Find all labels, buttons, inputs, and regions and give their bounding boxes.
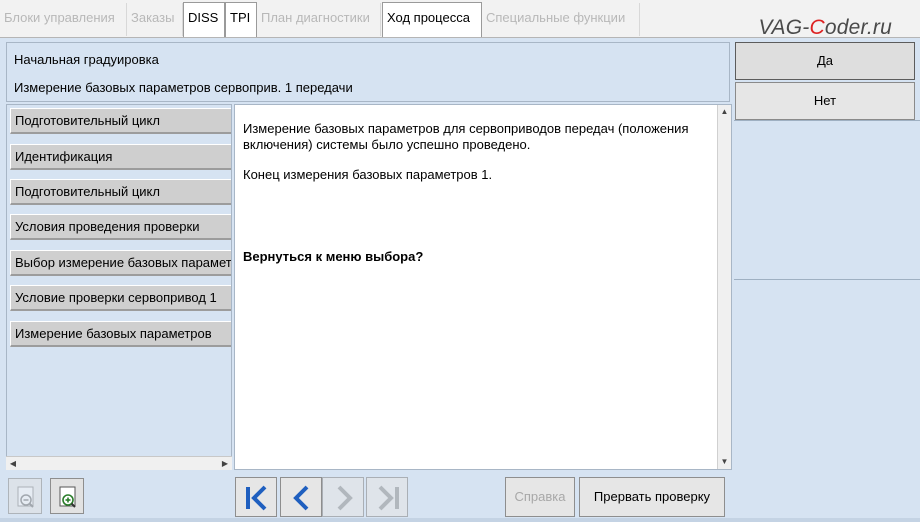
first-step-button[interactable] <box>235 477 277 517</box>
step-item[interactable]: Выбор измерение базовых параметров <box>10 250 231 276</box>
next-icon <box>337 485 353 511</box>
message-question: Вернуться к меню выбора? <box>243 249 424 264</box>
answer-panel: Да Нет <box>734 40 920 518</box>
step-item[interactable]: Подготовительный цикл <box>10 179 231 205</box>
tab-orders[interactable]: Заказы <box>127 3 183 36</box>
next-step-button[interactable] <box>322 477 364 517</box>
scroll-down-icon[interactable]: ▼ <box>718 455 731 469</box>
step-item[interactable]: Идентификация <box>10 144 231 170</box>
status-strip <box>0 518 920 522</box>
help-button[interactable]: Справка <box>505 477 575 517</box>
abort-test-button[interactable]: Прервать проверку <box>579 477 725 517</box>
message-vscrollbar[interactable]: ▲ ▼ <box>717 105 731 469</box>
step-list: Подготовительный цикл Идентификация Подг… <box>6 104 232 470</box>
message-text: Конец измерения базовых параметров 1. <box>243 167 493 182</box>
step-item[interactable]: Условия проведения проверки <box>10 214 231 240</box>
tab-special-functions[interactable]: Специальные функции <box>482 3 640 36</box>
scroll-right-icon[interactable]: ▶ <box>218 457 232 470</box>
message-text: Измерение базовых параметров для сервопр… <box>243 121 689 152</box>
scroll-left-icon[interactable]: ◀ <box>6 457 20 470</box>
divider <box>734 120 920 121</box>
tab-process[interactable]: Ход процесса <box>382 2 482 37</box>
zoom-out-button[interactable] <box>8 478 42 514</box>
tab-bar: Блоки управления Заказы DISS TPI План ди… <box>0 0 920 39</box>
previous-icon <box>293 485 309 511</box>
step-item[interactable]: Измерение базовых параметров <box>10 321 231 347</box>
step-item[interactable]: Подготовительный цикл <box>10 108 231 134</box>
first-icon <box>246 485 267 511</box>
divider <box>734 279 920 280</box>
message-panel: Измерение базовых параметров для сервопр… <box>234 104 732 470</box>
tab-diss[interactable]: DISS <box>183 2 225 37</box>
last-icon <box>378 485 399 511</box>
zoom-in-button[interactable] <box>50 478 84 514</box>
scroll-up-icon[interactable]: ▲ <box>718 105 731 119</box>
header-panel: Начальная градуировка Измерение базовых … <box>6 42 730 102</box>
last-step-button[interactable] <box>366 477 408 517</box>
no-button[interactable]: Нет <box>735 82 915 120</box>
watermark-logo: VAG-Coder.ru <box>758 16 892 39</box>
bottom-toolbar: Справка Прервать проверку <box>0 472 920 522</box>
tab-control-units[interactable]: Блоки управления <box>0 3 127 36</box>
header-subtitle: Измерение базовых параметров сервоприв. … <box>14 80 353 95</box>
tab-diagnostic-plan[interactable]: План диагностики <box>257 3 381 36</box>
step-list-hscrollbar[interactable]: ◀ ▶ <box>6 456 232 470</box>
yes-button[interactable]: Да <box>735 42 915 80</box>
previous-step-button[interactable] <box>280 477 322 517</box>
step-item[interactable]: Условие проверки сервопривод 1 <box>10 285 231 311</box>
zoom-out-icon <box>17 486 34 508</box>
tab-tpi[interactable]: TPI <box>225 2 257 37</box>
zoom-in-icon <box>59 486 76 508</box>
header-title: Начальная градуировка <box>14 52 159 67</box>
